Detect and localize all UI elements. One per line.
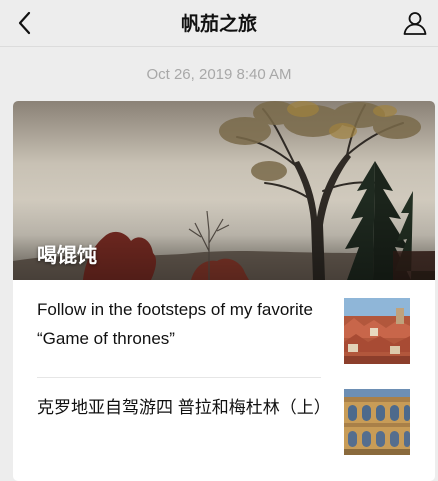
cover-headline: 喝馄饨 bbox=[37, 243, 97, 267]
article-card: 喝馄饨 Follow in the footsteps of my favori… bbox=[13, 101, 435, 481]
article-item[interactable]: Follow in the footsteps of my favorite “… bbox=[13, 280, 435, 374]
article-thumbnail bbox=[344, 298, 410, 364]
message-timestamp: Oct 26, 2019 8:40 AM bbox=[146, 66, 292, 83]
roman-arena-photo bbox=[344, 389, 410, 455]
article-title: Follow in the footsteps of my favorite “… bbox=[37, 300, 313, 348]
article-thumbnail bbox=[344, 389, 410, 455]
person-icon[interactable] bbox=[402, 10, 428, 36]
red-roof-old-town-photo bbox=[344, 298, 410, 364]
page-title: 帆茄之旅 bbox=[180, 13, 257, 35]
cover-article[interactable]: 喝馄饨 bbox=[13, 101, 435, 280]
article-title: 克罗地亚自驾游四 普拉和梅杜林（上） bbox=[37, 398, 331, 417]
nav-bar: 帆茄之旅 bbox=[0, 0, 438, 47]
article-item[interactable]: 克罗地亚自驾游四 普拉和梅杜林（上） bbox=[13, 378, 435, 472]
